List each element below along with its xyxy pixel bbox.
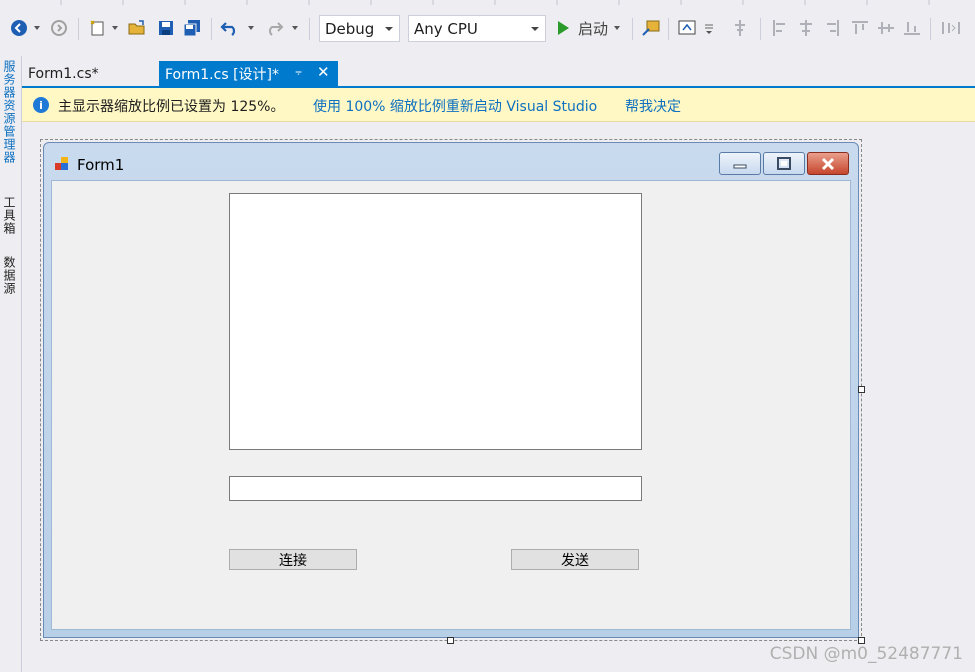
toolbar-separator xyxy=(668,18,669,40)
align-middles-icon xyxy=(874,16,898,40)
toolbar-separator xyxy=(760,18,761,40)
toolbox-tab[interactable]: 工具箱 xyxy=(1,196,18,235)
info-message: 主显示器缩放比例已设置为 125%。 xyxy=(58,99,285,115)
save-all-icon[interactable] xyxy=(181,16,203,40)
close-icon[interactable]: ✕ xyxy=(317,63,330,81)
form-title: Form1 xyxy=(77,156,125,174)
send-message-input[interactable] xyxy=(229,476,642,501)
tab-label: Form1.cs [设计]* xyxy=(165,66,279,83)
info-bar: i 主显示器缩放比例已设置为 125%。 使用 100% 缩放比例重新启动 Vi… xyxy=(22,88,975,122)
form-client-area: 连接 发送 xyxy=(51,180,851,630)
toolbar-separator xyxy=(632,18,633,40)
message-log-textbox[interactable] xyxy=(229,193,642,450)
forward-icon[interactable] xyxy=(48,16,70,40)
align-centers-icon xyxy=(794,16,818,40)
browser-link-icon[interactable] xyxy=(676,16,698,40)
watermark: CSDN @m0_52487771 xyxy=(769,644,963,664)
platform-dropdown[interactable]: Any CPU xyxy=(408,15,546,42)
new-project-dropdown-icon[interactable] xyxy=(110,16,120,40)
attach-process-icon[interactable] xyxy=(640,16,662,40)
help-me-decide-link[interactable]: 帮我决定 xyxy=(625,96,681,116)
toolbar-top-border xyxy=(0,0,975,5)
info-icon: i xyxy=(33,97,49,113)
form-app-icon xyxy=(55,157,69,171)
toolbar-separator xyxy=(930,18,931,40)
align-lefts-icon xyxy=(768,16,792,40)
align-rights-icon xyxy=(820,16,844,40)
send-button[interactable]: 发送 xyxy=(511,549,639,570)
toolbar-separator xyxy=(309,18,310,40)
restart-at-100-link[interactable]: 使用 100% 缩放比例重新启动 Visual Studio xyxy=(313,96,597,116)
align-tops-icon xyxy=(848,16,872,40)
data-sources-tab[interactable]: 数据源 xyxy=(1,256,18,295)
back-dropdown-icon[interactable] xyxy=(32,16,42,40)
start-button[interactable]: 启动 xyxy=(556,16,628,40)
designer-surface: Form1 连接 发送 xyxy=(22,122,975,672)
maximize-button[interactable] xyxy=(763,152,805,175)
tab-label: Form1.cs* xyxy=(28,65,99,82)
align-bottoms-icon xyxy=(900,16,924,40)
start-button-label: 启动 xyxy=(578,19,609,38)
chevron-down-icon xyxy=(531,27,539,31)
center-horizontal-icon xyxy=(728,16,752,40)
configuration-dropdown[interactable]: Debug xyxy=(319,15,400,42)
redo-dropdown-icon[interactable] xyxy=(290,16,300,40)
chevron-down-icon xyxy=(385,27,393,31)
close-icon xyxy=(821,157,835,170)
play-icon xyxy=(558,21,569,35)
tab-form1-designer[interactable]: Form1.cs [设计]* ⨪ ✕ xyxy=(159,61,338,86)
redo-icon[interactable] xyxy=(262,16,286,40)
undo-icon[interactable] xyxy=(218,16,242,40)
document-tab-strip: Form1.cs* Form1.cs [设计]* ⨪ ✕ xyxy=(22,61,975,88)
resize-handle-bottom[interactable] xyxy=(447,637,454,644)
main-toolbar: Debug Any CPU 启动 xyxy=(0,0,975,56)
resize-handle-right[interactable] xyxy=(858,386,865,393)
tab-form1-code[interactable]: Form1.cs* xyxy=(28,61,99,86)
resize-handle-corner[interactable] xyxy=(858,637,865,644)
start-dropdown-icon xyxy=(614,26,621,30)
configuration-dropdown-value: Debug xyxy=(325,19,375,38)
toolbar-overflow-icon[interactable] xyxy=(700,16,718,40)
server-explorer-tab[interactable]: 服务器资源管理器 xyxy=(1,60,18,164)
save-icon[interactable] xyxy=(155,16,177,40)
undo-dropdown-icon[interactable] xyxy=(246,16,256,40)
left-tool-window-strip: 服务器资源管理器 工具箱 数据源 xyxy=(0,56,22,672)
maximize-icon xyxy=(777,156,791,170)
toolbar-separator xyxy=(78,18,79,40)
make-same-width-icon xyxy=(938,16,964,40)
form-window[interactable]: Form1 连接 发送 xyxy=(43,142,859,638)
toolbar-separator xyxy=(211,18,212,40)
platform-dropdown-value: Any CPU xyxy=(414,19,478,38)
minimize-button[interactable] xyxy=(719,152,761,175)
new-project-icon[interactable] xyxy=(86,16,108,40)
connect-button[interactable]: 连接 xyxy=(229,549,357,570)
pin-icon[interactable]: ⨪ xyxy=(295,64,302,79)
close-button[interactable] xyxy=(807,152,849,175)
open-file-icon[interactable] xyxy=(126,16,148,40)
back-icon[interactable] xyxy=(8,16,30,40)
minimize-icon xyxy=(733,164,747,168)
